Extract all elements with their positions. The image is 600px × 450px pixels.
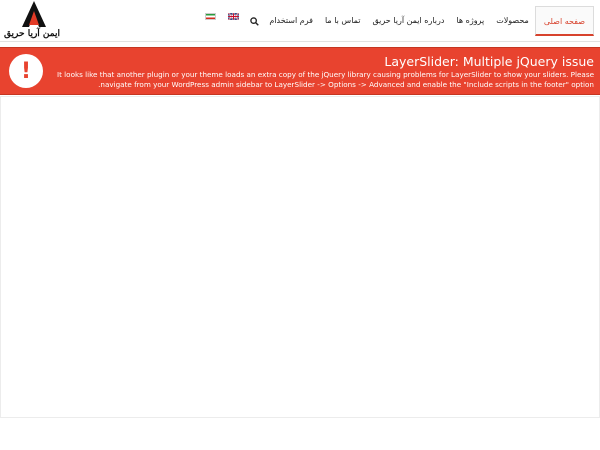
iran-flag-icon[interactable] [205, 12, 217, 20]
nav-projects[interactable]: پروژه ها [450, 6, 490, 36]
alert-message-line-1: It looks like that another plugin or you… [56, 70, 594, 79]
site-header: ایمن آریا حریق صفحه اصلی محصولات پروژه ه… [0, 0, 600, 42]
alert-title: LayerSlider: Multiple jQuery issue [384, 54, 594, 69]
exclamation-icon: ! [9, 54, 43, 88]
main-navigation: صفحه اصلی محصولات پروژه ها درباره ایمن آ… [199, 6, 594, 36]
search-icon [250, 16, 259, 26]
nav-contact[interactable]: تماس با ما [319, 6, 367, 36]
nav-careers[interactable]: فرم استخدام [263, 6, 319, 36]
nav-home[interactable]: صفحه اصلی [534, 6, 594, 36]
nav-about[interactable]: درباره ایمن آریا حریق [366, 6, 450, 36]
uk-flag-icon[interactable] [228, 12, 240, 20]
nav-products[interactable]: محصولات [490, 6, 535, 36]
search-button[interactable] [245, 6, 263, 36]
slider-area [0, 96, 600, 418]
alert-message: It looks like that another plugin or you… [46, 70, 594, 90]
alert-message-line-2: navigate from your WordPress admin sideb… [98, 80, 594, 89]
layerslider-error-alert: ! LayerSlider: Multiple jQuery issue It … [0, 47, 600, 95]
flame-logo-icon [22, 1, 46, 27]
logo-text: ایمن آریا حریق [4, 29, 60, 39]
site-logo[interactable]: ایمن آریا حریق [4, 1, 60, 41]
